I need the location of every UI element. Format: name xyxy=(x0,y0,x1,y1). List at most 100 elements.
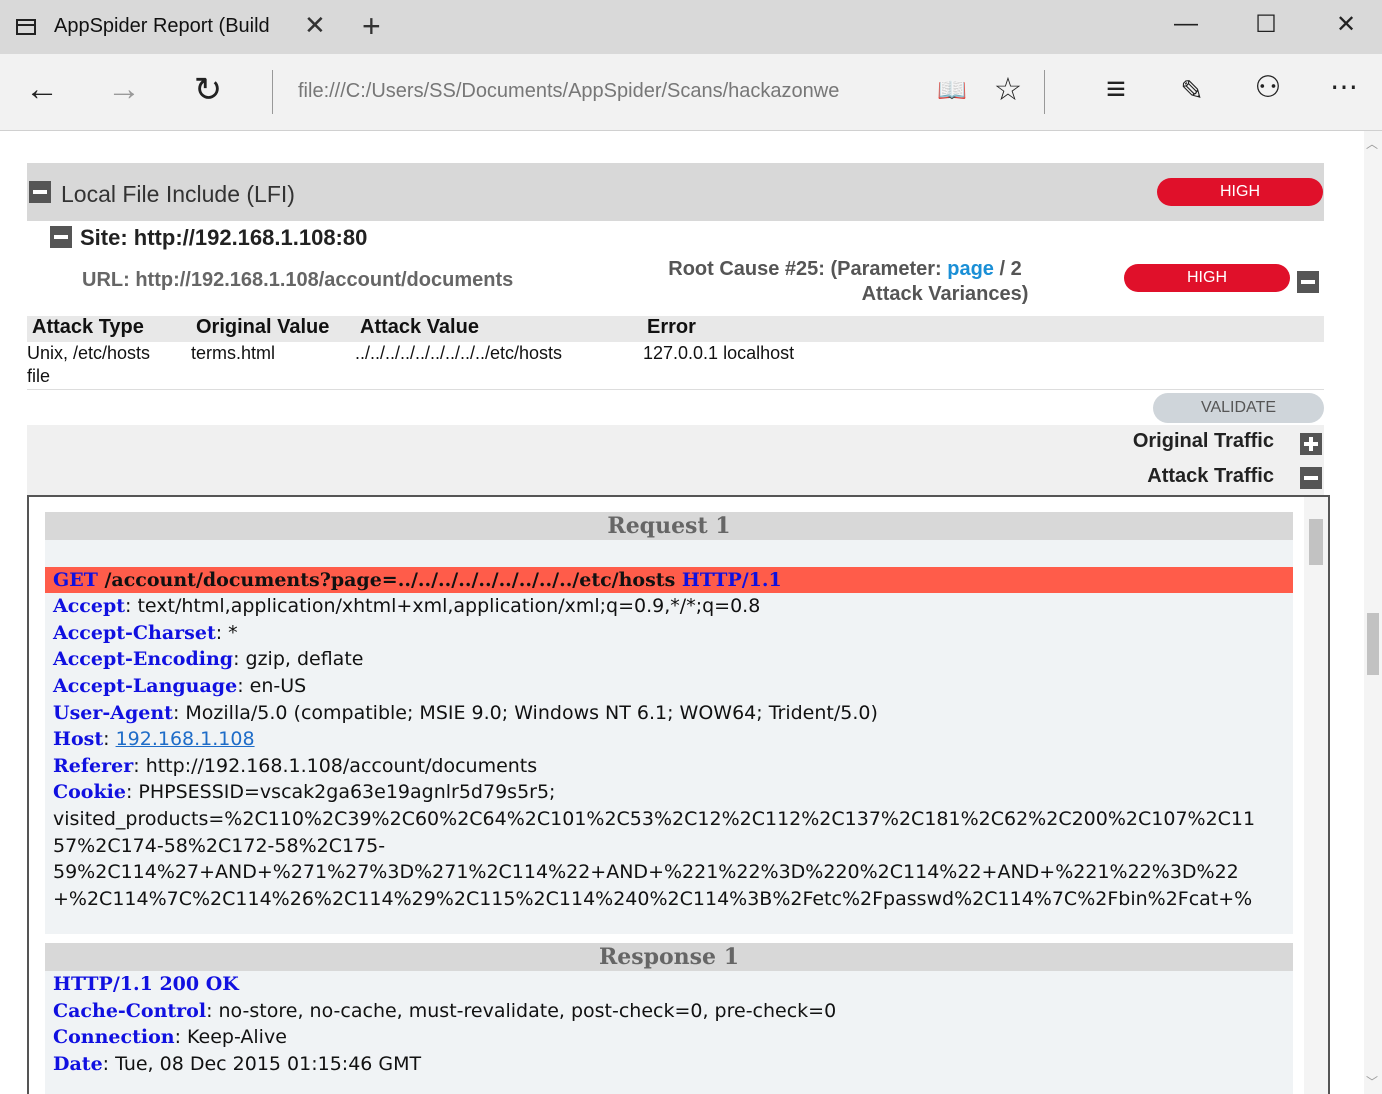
header-key: Connection xyxy=(53,1026,175,1049)
collapse-root-icon[interactable] xyxy=(1297,271,1319,293)
cell-attack-type: Unix, /etc/hosts file xyxy=(27,343,151,386)
severity-badge: HIGH xyxy=(1157,178,1323,206)
header-user-agent: User-Agent: Mozilla/5.0 (compatible; MSI… xyxy=(53,700,1293,727)
site-label: Site: http://192.168.1.108:80 xyxy=(80,225,368,250)
refresh-icon[interactable]: ↻ xyxy=(186,70,230,110)
cookie-line: 57%2C174-58%2C172-58%2C175- xyxy=(53,834,386,857)
collapse-site-icon[interactable] xyxy=(50,226,72,249)
request-protocol: HTTP/1.1 xyxy=(681,568,782,591)
header-value: : no-store, no-cache, must-revalidate, p… xyxy=(206,999,837,1022)
vulnerability-title: Local File Include (LFI) xyxy=(61,181,295,207)
header-connection: Connection: Keep-Alive xyxy=(53,1024,1293,1051)
page-content: Local File Include (LFI) HIGH Site: http… xyxy=(0,131,1364,1094)
root-cause-prefix: Root Cause #25: (Parameter: xyxy=(668,258,942,280)
cell-original-value: terms.html xyxy=(191,343,276,363)
response-status: HTTP/1.1 200 OK xyxy=(53,973,239,995)
new-tab-button[interactable]: + xyxy=(362,8,381,45)
collapse-vuln-icon[interactable] xyxy=(29,181,51,203)
request-method: GET xyxy=(53,568,98,591)
header-value: : gzip, deflate xyxy=(233,648,364,671)
attack-variances: Attack Variances) xyxy=(861,283,1029,305)
tab-active[interactable]: AppSpider Report (Build ✕ xyxy=(0,0,340,54)
back-icon[interactable]: ← xyxy=(20,70,64,109)
root-cause-suffix: / 2 xyxy=(999,258,1022,280)
header-error: Error xyxy=(647,316,696,338)
favorite-star-icon[interactable]: ☆ xyxy=(986,70,1030,108)
header-accept: Accept: text/html,application/xhtml+xml,… xyxy=(53,593,1293,620)
nav-divider xyxy=(272,70,273,114)
table-row: Unix, /etc/hosts file terms.html ../../.… xyxy=(27,342,1324,390)
attack-traffic-label[interactable]: Attack Traffic xyxy=(1147,465,1274,488)
cookie-line: +%2C114%7C%2C114%26%2C114%29%2C115%2C114… xyxy=(53,887,1253,910)
host-link[interactable]: 192.168.1.108 xyxy=(116,728,255,750)
header-attack-value: Attack Value xyxy=(360,316,479,338)
frame-scrollbar[interactable] xyxy=(1304,497,1328,1094)
header-key: Accept xyxy=(53,595,126,618)
header-key: Cache-Control xyxy=(53,999,207,1022)
header-value: : Tue, 08 Dec 2015 01:15:46 GMT xyxy=(102,1052,422,1075)
header-attack-type: Attack Type xyxy=(32,316,144,338)
page-scrollbar[interactable]: ︿ ﹀ xyxy=(1364,131,1382,1094)
site-heading: Site: http://192.168.1.108:80 xyxy=(50,225,367,251)
collapse-attack-traffic-icon[interactable] xyxy=(1300,467,1322,489)
validate-button[interactable]: VALIDATE xyxy=(1153,393,1324,423)
header-cookie: Cookie: PHPSESSID=vscak2ga63e19agnlr5d79… xyxy=(53,779,1293,806)
attack-traffic-frame[interactable]: Request 1 GET /account/documents?page=..… xyxy=(27,495,1330,1094)
expand-original-traffic-icon[interactable] xyxy=(1300,433,1322,455)
header-key: Cookie xyxy=(53,781,126,804)
header-value: : text/html,application/xhtml+xml,applic… xyxy=(125,595,761,618)
header-key: Accept-Encoding xyxy=(53,648,234,671)
page-scroll-thumb[interactable] xyxy=(1367,613,1379,675)
attack-table-header: Attack Type Original Value Attack Value … xyxy=(27,316,1324,342)
frame-scroll-thumb[interactable] xyxy=(1309,519,1323,565)
header-value: : Keep-Alive xyxy=(174,1026,287,1049)
header-date: Date: Tue, 08 Dec 2015 01:15:46 GMT xyxy=(53,1051,1293,1078)
original-traffic-label[interactable]: Original Traffic xyxy=(1133,430,1274,453)
hub-icon[interactable]: ≡ xyxy=(1094,70,1138,109)
request-title: Request 1 xyxy=(45,512,1293,540)
header-referer: Referer: http://192.168.1.108/account/do… xyxy=(53,753,1293,780)
forward-icon[interactable]: → xyxy=(102,70,146,109)
header-value: : http://192.168.1.108/account/documents xyxy=(133,754,538,777)
tab-bar: AppSpider Report (Build ✕ + — ☐ ✕ xyxy=(0,0,1382,54)
header-accept-charset: Accept-Charset: * xyxy=(53,620,1293,647)
header-host: Host: 192.168.1.108 xyxy=(53,726,1293,753)
request-lines: GET /account/documents?page=../../../../… xyxy=(45,540,1293,912)
response-title: Response 1 xyxy=(45,943,1293,971)
address-bar[interactable]: file:///C:/Users/SS/Documents/AppSpider/… xyxy=(298,80,839,103)
header-value: : Mozilla/5.0 (compatible; MSIE 9.0; Win… xyxy=(172,701,878,724)
request-line: GET /account/documents?page=../../../../… xyxy=(45,566,1293,594)
scroll-down-icon[interactable]: ﹀ xyxy=(1366,1073,1378,1090)
page-icon xyxy=(16,19,36,35)
root-severity-badge: HIGH xyxy=(1124,264,1290,292)
header-value: : en-US xyxy=(237,674,307,697)
tab-close-icon[interactable]: ✕ xyxy=(304,10,326,41)
header-value: : xyxy=(103,728,116,751)
share-icon[interactable]: ⚇ xyxy=(1246,70,1290,105)
parameter-link[interactable]: page xyxy=(947,258,994,280)
header-key: Referer xyxy=(53,754,134,777)
header-value: : PHPSESSID=vscak2ga63e19agnlr5d79s5r5; xyxy=(125,781,556,804)
header-key: User-Agent xyxy=(53,701,173,724)
more-icon[interactable]: ⋯ xyxy=(1322,70,1366,103)
cell-attack-value: ../../../../../../../../../etc/hosts xyxy=(355,343,563,363)
close-window-button[interactable]: ✕ xyxy=(1326,10,1366,39)
header-value: : * xyxy=(215,621,238,644)
url-label: URL: http://192.168.1.108/account/docume… xyxy=(82,269,514,291)
tab-title: AppSpider Report (Build xyxy=(54,15,270,37)
cookie-line: visited_products=%2C110%2C39%2C60%2C64%2… xyxy=(53,807,1256,830)
scroll-up-icon[interactable]: ︿ xyxy=(1366,135,1378,152)
header-accept-language: Accept-Language: en-US xyxy=(53,673,1293,700)
maximize-button[interactable]: ☐ xyxy=(1246,10,1286,39)
response-block: Response 1 HTTP/1.1 200 OK Cache-Control:… xyxy=(45,943,1293,1094)
response-lines: HTTP/1.1 200 OK Cache-Control: no-store, … xyxy=(45,971,1293,1077)
minimize-button[interactable]: — xyxy=(1166,10,1206,38)
reading-view-icon[interactable]: 📖 xyxy=(930,76,974,105)
header-key: Accept-Charset xyxy=(53,621,216,644)
web-note-icon[interactable]: ✎ xyxy=(1170,74,1214,107)
request-path: /account/documents?page=../../../../../.… xyxy=(97,568,682,591)
vulnerability-header: Local File Include (LFI) HIGH xyxy=(27,163,1324,221)
nav-divider-2 xyxy=(1044,70,1045,114)
header-accept-encoding: Accept-Encoding: gzip, deflate xyxy=(53,646,1293,673)
cell-error: 127.0.0.1 localhost xyxy=(643,343,795,363)
